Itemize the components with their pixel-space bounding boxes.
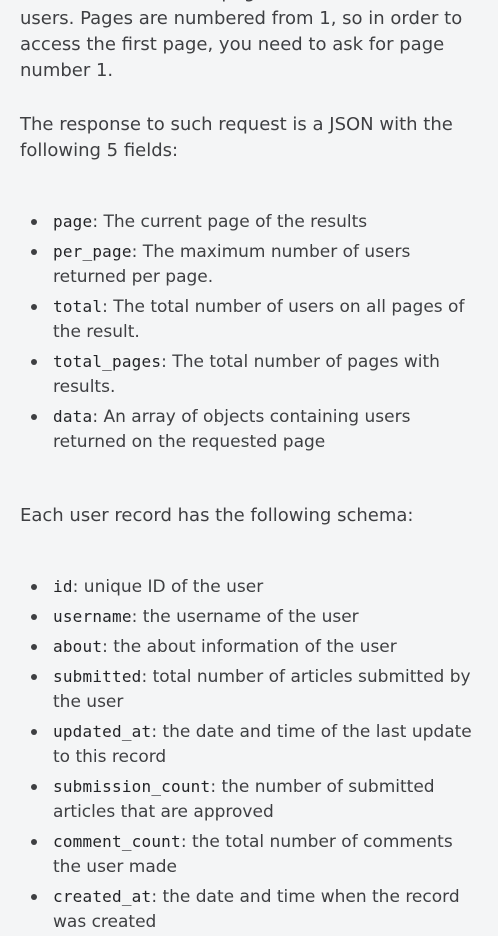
pagination-paragraph: will return the second page of the colle… — [20, 0, 463, 81]
schema-paragraph: Each user record has the following schem… — [20, 505, 414, 526]
document-content: will return the second page of the colle… — [20, 0, 482, 936]
field-name: total_pages — [53, 352, 162, 371]
field-name: created_at — [53, 887, 152, 906]
field-name: submitted — [53, 667, 142, 686]
field-name: total — [53, 297, 103, 316]
list-item: comment_count: the total number of comme… — [20, 829, 482, 880]
field-name: about — [53, 637, 103, 656]
list-item: id: unique ID of the user — [20, 574, 482, 600]
field-description: : the about information of the user — [102, 637, 397, 657]
field-description: : the username of the user — [131, 607, 359, 627]
field-description: : The current page of the results — [92, 212, 368, 232]
list-item: submitted: total number of articles subm… — [20, 664, 482, 715]
list-item: submission_count: the number of submitte… — [20, 774, 482, 825]
field-name: username — [53, 607, 132, 626]
field-description: : An array of objects containing users r… — [53, 407, 411, 452]
list-item: total_pages: The total number of pages w… — [20, 349, 482, 400]
list-item: per_page: The maximum number of users re… — [20, 239, 482, 290]
field-name: updated_at — [53, 722, 152, 741]
field-name: submission_count — [53, 777, 211, 796]
user-fields-list: id: unique ID of the user username: the … — [20, 574, 482, 935]
document-page: will return the second page of the colle… — [0, 0, 498, 936]
list-item: about: the about information of the user — [20, 634, 482, 660]
field-name: data — [53, 407, 93, 426]
list-item: data: An array of objects containing use… — [20, 404, 482, 455]
field-description: : The total number of users on all pages… — [53, 297, 465, 342]
field-name: per_page — [53, 242, 132, 261]
field-description: : unique ID of the user — [72, 577, 264, 597]
field-name: comment_count — [53, 832, 181, 851]
list-item: created_at: the date and time when the r… — [20, 884, 482, 935]
list-item: page: The current page of the results — [20, 209, 482, 235]
response-paragraph: The response to such request is a JSON w… — [20, 114, 453, 161]
list-item: total: The total number of users on all … — [20, 294, 482, 345]
field-name: id — [53, 577, 73, 596]
list-item: username: the username of the user — [20, 604, 482, 630]
list-item: updated_at: the date and time of the las… — [20, 719, 482, 770]
response-fields-list: page: The current page of the results pe… — [20, 209, 482, 455]
field-name: page — [53, 212, 93, 231]
